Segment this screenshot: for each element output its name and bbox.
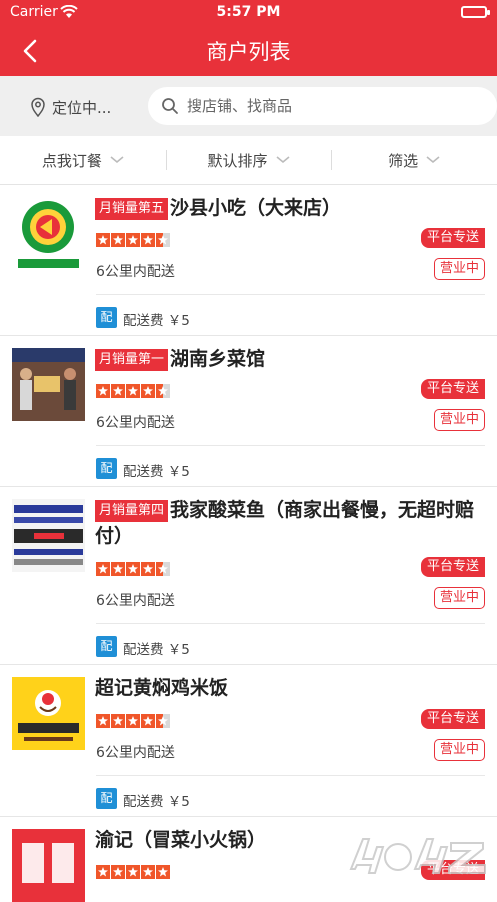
star-icon [141, 714, 155, 728]
star-half-icon [156, 714, 170, 728]
shop-card[interactable]: 月销量第四 我家酸菜鱼（商家出餐慢，无超时赔付） 平台专送 6公里内配送 营业中 … [0, 487, 497, 665]
rating-stars [96, 384, 170, 398]
shop-name: 超记黄焖鸡米饭 [95, 675, 485, 701]
fish-sign-icon [12, 499, 85, 572]
shop-name-text: 超记黄焖鸡米饭 [95, 677, 229, 699]
star-icon [141, 233, 155, 247]
star-icon [126, 233, 140, 247]
search-input[interactable] [185, 96, 479, 116]
status-badge: 营业中 [433, 739, 485, 761]
shop-name: 月销量第四 我家酸菜鱼（商家出餐慢，无超时赔付） [95, 497, 485, 549]
divider [96, 775, 485, 776]
filter-sort[interactable]: 默认排序 [165, 136, 332, 184]
delivery-tag: 平台专送 [420, 557, 485, 577]
chevron-down-icon [110, 156, 124, 164]
chevron-down-icon [426, 156, 440, 164]
star-icon [111, 384, 125, 398]
shop-name: 月销量第一 湖南乡菜馆 [95, 346, 485, 372]
star-icon [111, 233, 125, 247]
status-bar: Carrier 5:57 PM [0, 0, 497, 26]
filter-bar: 点我订餐 默认排序 筛选 [0, 136, 497, 185]
rating-stars [96, 714, 170, 728]
watermark-logo-icon [349, 838, 486, 874]
star-icon [126, 384, 140, 398]
delivery-fee-icon: 配 [96, 788, 117, 809]
location-label: 定位中... [52, 98, 112, 117]
shaxian-logo-icon [12, 197, 85, 270]
status-badge: 营业中 [433, 587, 485, 609]
delivery-fee-icon: 配 [96, 636, 117, 657]
star-icon [111, 865, 125, 879]
star-icon [126, 714, 140, 728]
chevron-down-icon [276, 156, 290, 164]
search-box[interactable] [148, 87, 497, 125]
star-icon [126, 562, 140, 576]
star-icon [141, 384, 155, 398]
yuji-logo-icon [12, 829, 85, 902]
shop-card[interactable]: 超记黄焖鸡米饭 平台专送 6公里内配送 营业中 配 配送费 ￥5 [0, 665, 497, 817]
star-icon [111, 714, 125, 728]
rank-badge: 月销量第五 [95, 198, 169, 220]
search-icon [162, 98, 178, 114]
star-icon [156, 865, 170, 879]
star-icon [96, 865, 110, 879]
filter-sort-label: 默认排序 [207, 151, 268, 170]
status-time: 5:57 PM [216, 4, 281, 20]
star-half-icon [156, 562, 170, 576]
star-icon [96, 714, 110, 728]
delivery-fee: 配送费 ￥5 [123, 464, 190, 480]
divider [96, 623, 485, 624]
delivery-range: 6公里内配送 [96, 415, 175, 431]
star-half-icon [156, 384, 170, 398]
delivery-tag: 平台专送 [420, 228, 485, 248]
delivery-fee-icon: 配 [96, 307, 117, 328]
shop-name: 月销量第五 沙县小吃（大来店） [95, 195, 485, 221]
status-badge: 营业中 [433, 258, 485, 280]
location-pin-icon [31, 97, 45, 117]
divider [96, 445, 485, 446]
rating-stars [96, 865, 170, 879]
delivery-range: 6公里内配送 [96, 593, 175, 609]
delivery-range: 6公里内配送 [96, 745, 175, 761]
search-bar: 定位中... [0, 76, 497, 136]
location-button[interactable]: 定位中... [30, 96, 111, 118]
huangmenji-logo-icon [12, 677, 85, 750]
star-icon [96, 384, 110, 398]
filter-order[interactable]: 点我订餐 [0, 136, 166, 184]
delivery-fee: 配送费 ￥5 [123, 794, 190, 810]
rank-badge: 月销量第一 [95, 349, 169, 371]
delivery-fee-icon: 配 [96, 458, 117, 479]
filter-screen-label: 筛选 [388, 151, 419, 170]
star-icon [96, 562, 110, 576]
delivery-range: 6公里内配送 [96, 264, 175, 280]
page-title: 商户列表 [206, 40, 291, 64]
star-half-icon [156, 233, 170, 247]
delivery-fee: 配送费 ￥5 [123, 313, 190, 329]
shop-name-text: 湖南乡菜馆 [170, 348, 266, 370]
delivery-fee: 配送费 ￥5 [123, 642, 190, 658]
nav-header: Carrier 5:57 PM 商户列表 [0, 0, 497, 76]
rating-stars [96, 233, 170, 247]
hunan-photo-icon [12, 348, 85, 421]
status-badge: 营业中 [433, 409, 485, 431]
delivery-tag: 平台专送 [420, 379, 485, 399]
star-icon [141, 562, 155, 576]
divider [96, 294, 485, 295]
delivery-tag: 平台专送 [420, 709, 485, 729]
rank-badge: 月销量第四 [95, 500, 169, 522]
filter-order-label: 点我订餐 [41, 151, 102, 170]
star-icon [141, 865, 155, 879]
shop-card[interactable]: 月销量第五 沙县小吃（大来店） 平台专送 6公里内配送 营业中 配 配送费 ￥5 [0, 185, 497, 336]
shop-card[interactable]: 月销量第一 湖南乡菜馆 平台专送 6公里内配送 营业中 配 配送费 ￥5 [0, 336, 497, 487]
rating-stars [96, 562, 170, 576]
star-icon [126, 865, 140, 879]
shop-name-text: 沙县小吃（大来店） [170, 197, 342, 219]
star-icon [96, 233, 110, 247]
star-icon [111, 562, 125, 576]
battery-icon [461, 6, 490, 18]
shop-name-text: 渝记（冒菜小火锅） [95, 829, 267, 851]
filter-screen[interactable]: 筛选 [331, 136, 497, 184]
